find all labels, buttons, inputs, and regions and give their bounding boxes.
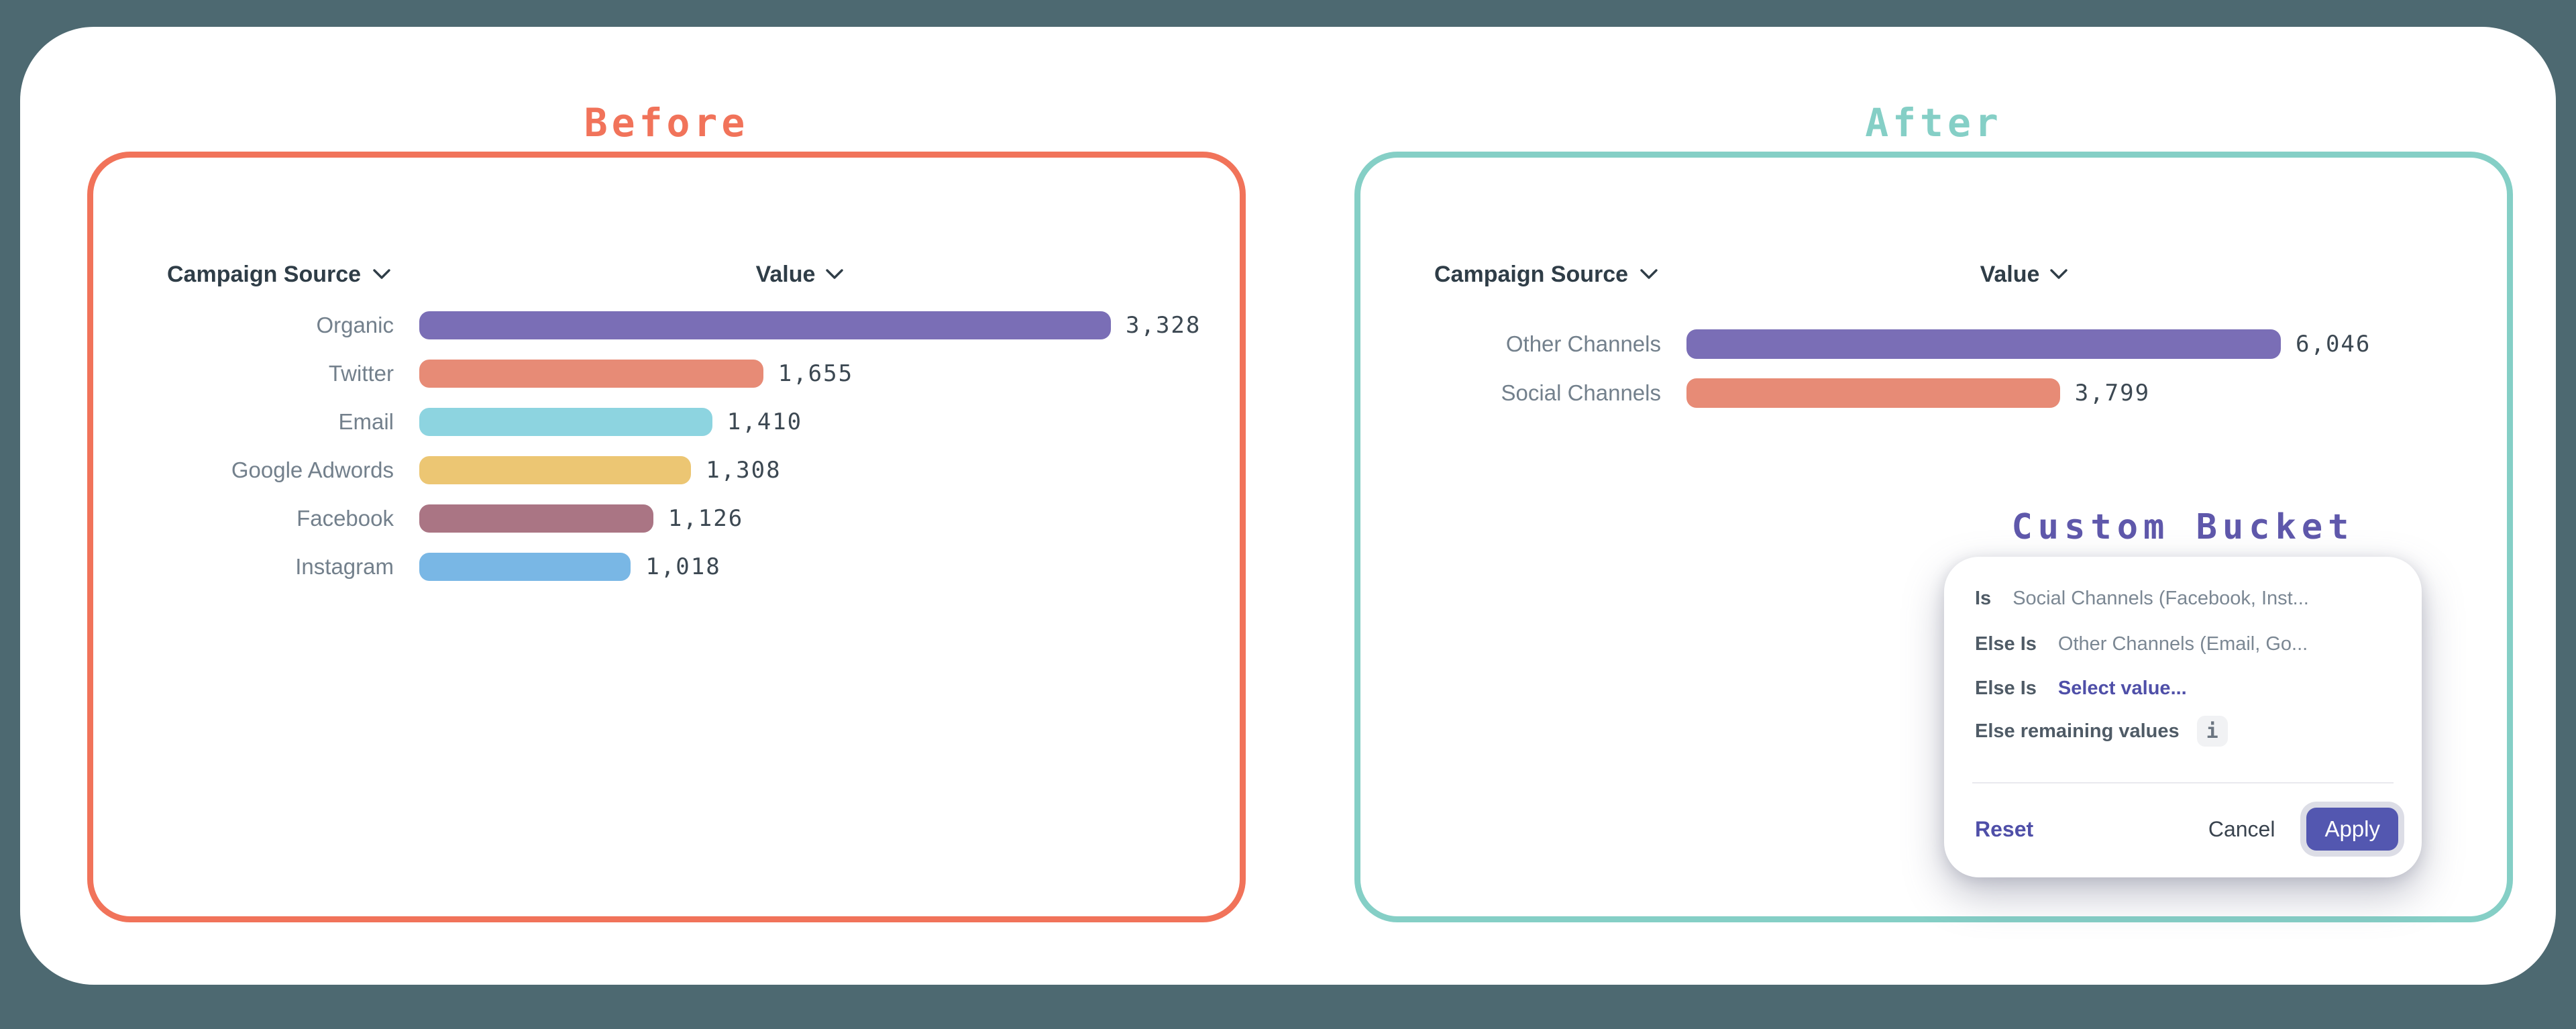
row-value: 1,126 [668,505,743,532]
table-row: Twitter 1,655 [93,349,1240,398]
column-header-label: Value [756,262,816,288]
value-bar [419,553,631,581]
value-bar [419,504,653,533]
table-row: Social Channels 3,799 [1360,368,2507,417]
apply-button[interactable]: Apply [2306,808,2398,851]
row-value: 6,046 [2296,331,2371,358]
row-label: Google Adwords [93,457,394,483]
after-title: After [1354,97,2513,148]
column-header-label: Campaign Source [167,262,361,288]
column-header-campaign-source[interactable]: Campaign Source [1434,258,1658,290]
rule-condition-label: Else remaining values [1975,720,2180,743]
bucket-rule-row: Else Is Select value... [1975,672,2403,704]
table-body: Organic 3,328 Twitter 1,655 Email 1,410 … [93,301,1240,591]
value-bar [419,408,712,436]
row-value: 1,308 [706,457,781,484]
rule-condition-label: Else Is [1975,678,2037,700]
chevron-down-icon [1640,269,1658,280]
row-value: 3,328 [1126,312,1201,339]
rule-condition-label: Else Is [1975,633,2037,655]
dialog-divider [1972,782,2394,783]
chevron-down-icon [2050,269,2068,280]
reset-button[interactable]: Reset [1975,817,2033,842]
row-value: 1,410 [727,409,802,435]
info-icon[interactable]: i [2197,716,2228,747]
column-header-value[interactable]: Value [665,258,934,290]
table-row: Google Adwords 1,308 [93,446,1240,494]
value-bar [419,360,763,388]
dialog-footer: Reset Cancel Apply [1975,802,2404,856]
content-card: Before After Campaign Source Value Organ… [20,27,2556,985]
row-label: Organic [93,313,394,338]
row-label: Email [93,409,394,435]
bucket-rule-row: Else remaining values i [1975,715,2403,747]
bucket-rule-row: Else Is Other Channels (Email, Go... [1975,628,2403,660]
value-bar [419,311,1111,339]
before-panel: Campaign Source Value Organic 3,328 Twit… [87,152,1246,922]
before-title: Before [87,97,1246,148]
value-bar [1686,329,2281,359]
select-value-link[interactable]: Select value... [2058,678,2187,700]
apply-button-focus-ring: Apply [2300,802,2404,857]
column-header-label: Campaign Source [1434,262,1628,288]
rule-value-field[interactable]: Other Channels (Email, Go... [2058,633,2308,655]
value-bar [419,456,691,484]
chevron-down-icon [826,269,843,280]
table-row: Facebook 1,126 [93,494,1240,543]
custom-bucket-title: Custom Bucket [1944,507,2422,547]
row-value: 1,655 [778,360,853,387]
row-label: Instagram [93,554,394,580]
row-label: Social Channels [1360,380,1661,406]
column-header-campaign-source[interactable]: Campaign Source [167,258,390,290]
rule-value-field[interactable]: Social Channels (Facebook, Inst... [2012,588,2309,610]
row-value: 3,799 [2075,380,2150,407]
chevron-down-icon [373,269,390,280]
column-header-value[interactable]: Value [1890,258,2158,290]
row-value: 1,018 [645,553,720,580]
page-background: { "page": { "background": "#4d6971", "ca… [0,0,2576,1029]
bucket-rule-row: Is Social Channels (Facebook, Inst... [1975,582,2403,614]
table-row: Email 1,410 [93,398,1240,446]
value-bar [1686,378,2060,408]
row-label: Twitter [93,361,394,386]
table-row: Organic 3,328 [93,301,1240,349]
table-body: Other Channels 6,046 Social Channels 3,7… [1360,319,2507,417]
custom-bucket-dialog: Is Social Channels (Facebook, Inst... El… [1944,557,2422,877]
table-row: Instagram 1,018 [93,543,1240,591]
column-header-label: Value [1980,262,2040,288]
row-label: Other Channels [1360,331,1661,357]
cancel-button[interactable]: Cancel [2208,817,2275,842]
row-label: Facebook [93,506,394,531]
rule-condition-label: Is [1975,588,1991,610]
table-row: Other Channels 6,046 [1360,319,2507,368]
